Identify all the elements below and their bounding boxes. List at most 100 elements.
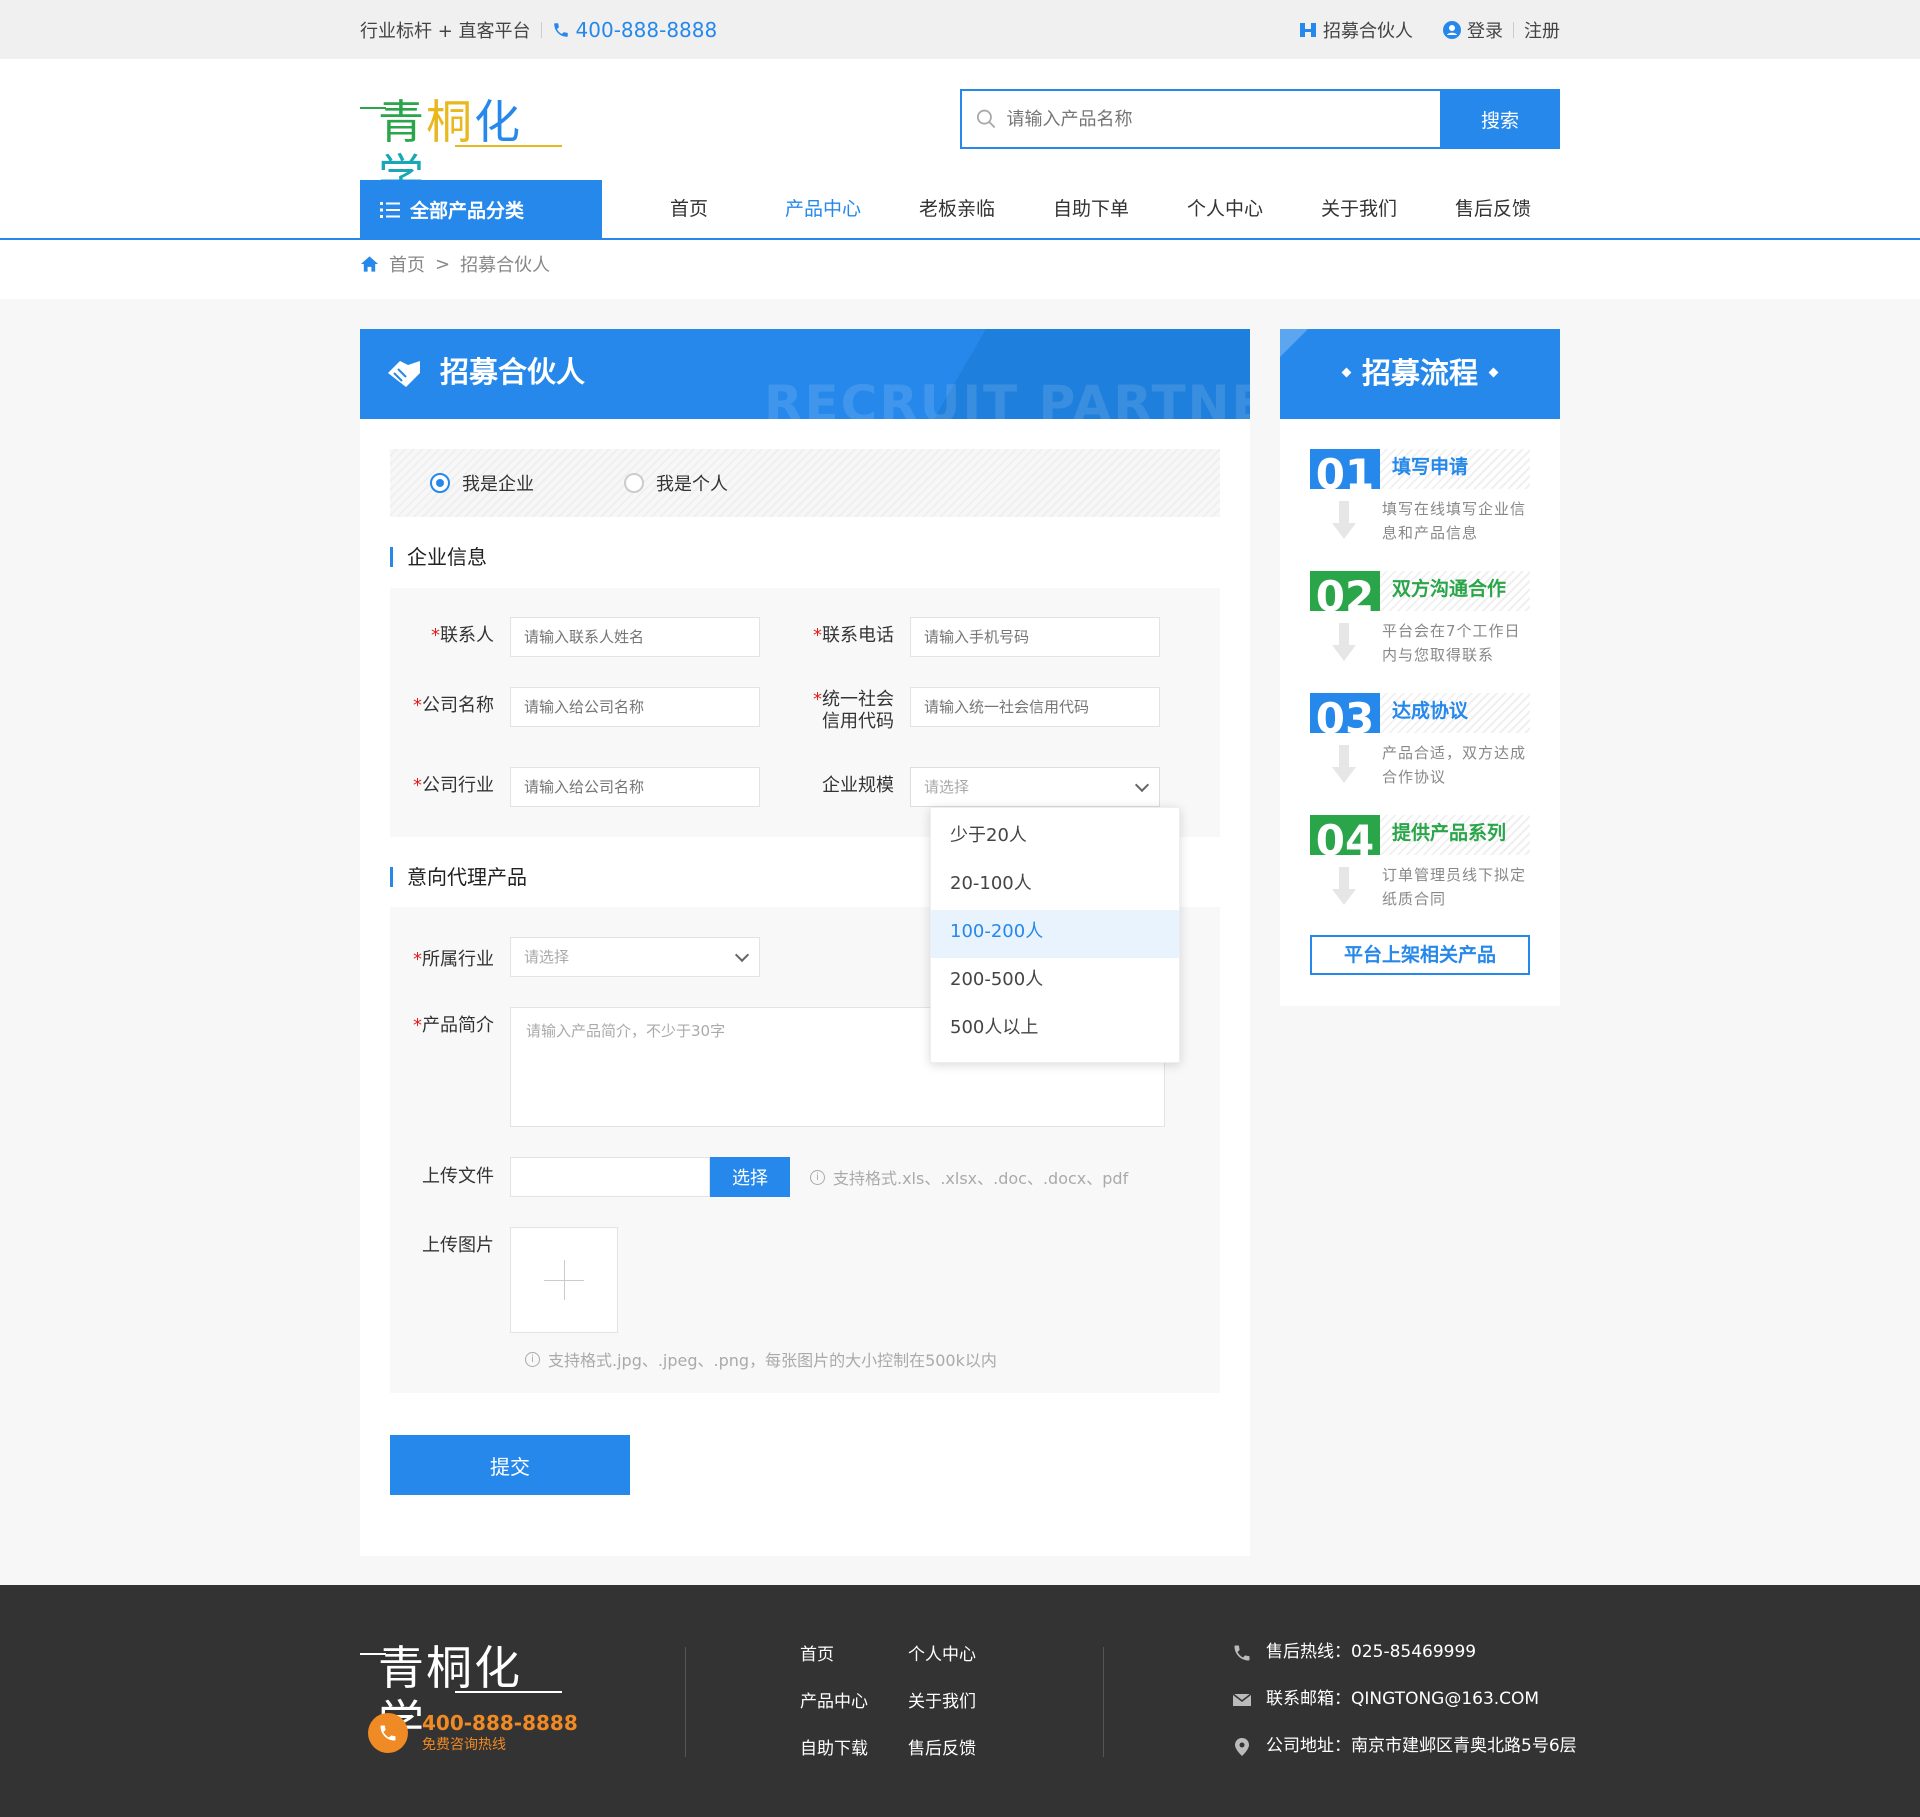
step-number: 02 — [1310, 571, 1380, 611]
nav-item-feedback[interactable]: 售后反馈 — [1426, 180, 1560, 239]
credit-code-row: *统一社会 信用代码 — [790, 687, 1160, 733]
footer-links: 首页 个人中心 产品中心 关于我们 自助下载 售后反馈 — [800, 1640, 1016, 1759]
arrow-down-icon — [1332, 867, 1356, 907]
logo[interactable]: 青桐化学 — [360, 95, 562, 203]
phone-icon — [368, 1713, 408, 1753]
upload-image-plus[interactable] — [510, 1227, 618, 1333]
upload-image-label: 上传图片 — [422, 1235, 494, 1256]
upload-file-hint: 支持格式.xls、.xlsx、.doc、.docx、pdf — [833, 1169, 1129, 1188]
service-phone: 售后热线：025-85469999 — [1266, 1642, 1477, 1662]
main-nav: 全部产品分类 首页 产品中心 老板亲临 自助下单 个人中心 关于我们 售后反馈 — [360, 180, 1560, 239]
user-icon — [1443, 20, 1461, 39]
form-header: RECRUIT PARTNERS 招募合伙人 — [360, 329, 1250, 419]
nav-list: 首页 产品中心 老板亲临 自助下单 个人中心 关于我们 售后反馈 — [622, 180, 1560, 239]
divider — [540, 21, 542, 38]
scale-select[interactable]: 请选择 — [910, 767, 1160, 807]
login-link[interactable]: 登录 — [1443, 17, 1503, 43]
footer-link-home[interactable]: 首页 — [800, 1640, 908, 1665]
nav-item-about[interactable]: 关于我们 — [1292, 180, 1426, 239]
phone-input[interactable] — [910, 617, 1160, 657]
process-panel: 招募流程 01 填写申请 填写在线填写企业信息和产品信息 02 双方沟通合作 平… — [1280, 329, 1560, 1006]
phone-row: *联系电话 — [790, 617, 1160, 657]
step-title: 提供产品系列 — [1380, 815, 1530, 855]
breadcrumb: 首页 > 招募合伙人 — [0, 239, 1920, 299]
industry-row: *公司行业 — [390, 767, 760, 807]
arrow-down-icon — [1332, 745, 1356, 785]
form-title: 招募合伙人 — [440, 355, 586, 389]
scale-option[interactable]: 20-100人 — [931, 862, 1179, 910]
list-products-button[interactable]: 平台上架相关产品 — [1310, 935, 1530, 975]
radio-company[interactable]: 我是企业 — [430, 470, 534, 496]
credit-code-input[interactable] — [910, 687, 1160, 727]
nav-item-personal[interactable]: 个人中心 — [1158, 180, 1292, 239]
chevron-down-icon — [1134, 777, 1150, 793]
nav-item-self-order[interactable]: 自助下单 — [1024, 180, 1158, 239]
divider — [1103, 1647, 1104, 1757]
handshake-icon — [388, 361, 420, 387]
arrow-down-icon — [1332, 501, 1356, 541]
upload-image-row: 上传图片 — [390, 1227, 618, 1333]
arrow-down-icon — [1332, 623, 1356, 663]
search-input[interactable] — [1006, 108, 1440, 130]
upload-file-field[interactable] — [510, 1157, 710, 1197]
industry-input[interactable] — [510, 767, 760, 807]
applicant-type: 我是企业 我是个人 — [390, 449, 1220, 517]
company-row: *公司名称 — [390, 687, 760, 727]
footer-logo[interactable]: 青桐化学 — [360, 1641, 562, 1749]
all-categories-button[interactable]: 全部产品分类 — [360, 180, 602, 239]
footer: 青桐化学 400-888-8888 免费咨询热线 首页 个人中心 产品中心 关于… — [0, 1585, 1920, 1817]
company-input[interactable] — [510, 687, 760, 727]
scale-option[interactable]: 少于20人 — [931, 814, 1179, 862]
submit-button[interactable]: 提交 — [390, 1435, 630, 1495]
diamond-icon — [1341, 367, 1352, 377]
top-phone[interactable]: 400-888-8888 — [552, 17, 718, 42]
breadcrumb-separator: > — [435, 253, 451, 275]
top-phone-number: 400-888-8888 — [575, 17, 718, 42]
partner-icon — [1300, 22, 1316, 37]
info-icon: i — [810, 1169, 825, 1185]
footer-hotline[interactable]: 400-888-8888 免费咨询热线 — [368, 1712, 578, 1754]
upload-file-button[interactable]: 选择 — [710, 1157, 790, 1197]
search-icon — [976, 109, 996, 129]
breadcrumb-home[interactable]: 首页 — [389, 251, 425, 277]
recruit-link[interactable]: 招募合伙人 — [1299, 17, 1413, 43]
mail-icon — [1232, 1692, 1252, 1706]
footer-link-products[interactable]: 产品中心 — [800, 1687, 908, 1712]
step-number: 04 — [1310, 815, 1380, 855]
register-link[interactable]: 注册 — [1524, 17, 1560, 43]
process-title: 招募流程 — [1361, 356, 1478, 390]
diamond-icon — [1488, 367, 1499, 377]
contact-address: 公司地址：南京市建邺区青奥北路5号6层 — [1266, 1736, 1577, 1756]
footer-link-about[interactable]: 关于我们 — [908, 1687, 1016, 1712]
contact-input[interactable] — [510, 617, 760, 657]
nav-item-home[interactable]: 首页 — [622, 180, 756, 239]
home-icon[interactable] — [360, 255, 379, 273]
sector-select[interactable]: 请选择 — [510, 937, 760, 977]
process-step: 03 达成协议 产品合适，双方达成合作协议 — [1310, 693, 1530, 803]
header: 青桐化学 搜索 全部产品分类 首页 产品中心 老板亲临 自助下单 个人中心 关于… — [0, 59, 1920, 239]
step-desc: 填写在线填写企业信息和产品信息 — [1382, 500, 1527, 542]
scale-option-highlighted[interactable]: 100-200人 — [931, 910, 1179, 958]
nav-item-products[interactable]: 产品中心 — [756, 180, 890, 239]
slogan: 行业标杆 + 直客平台 — [360, 20, 531, 42]
watermark: RECRUIT PARTNERS — [764, 375, 1250, 419]
radio-personal[interactable]: 我是个人 — [624, 470, 728, 496]
footer-link-personal[interactable]: 个人中心 — [908, 1640, 1016, 1665]
process-step: 02 双方沟通合作 平台会在7个工作日内与您取得联系 — [1310, 571, 1530, 681]
step-number: 03 — [1310, 693, 1380, 733]
step-title: 达成协议 — [1380, 693, 1530, 733]
info-icon: i — [525, 1351, 540, 1367]
divider — [1513, 21, 1514, 38]
scale-option[interactable]: 200-500人 — [931, 958, 1179, 1006]
contact-email: 联系邮箱：QINGTONG@163.COM — [1266, 1689, 1540, 1709]
upload-image-hint: 支持格式.jpg、.jpeg、.png，每张图片的大小控制在500k以内 — [548, 1351, 997, 1370]
search-button[interactable]: 搜索 — [1440, 89, 1560, 149]
phone-icon — [553, 22, 568, 37]
nav-item-boss[interactable]: 老板亲临 — [890, 180, 1024, 239]
step-desc: 订单管理员线下拟定纸质合同 — [1382, 866, 1527, 908]
scale-option[interactable]: 500人以上 — [931, 1006, 1179, 1054]
footer-link-feedback[interactable]: 售后反馈 — [908, 1734, 1016, 1759]
hotline-number: 400-888-8888 — [422, 1711, 578, 1735]
footer-link-download[interactable]: 自助下载 — [800, 1734, 908, 1759]
all-categories-label: 全部产品分类 — [410, 200, 525, 222]
